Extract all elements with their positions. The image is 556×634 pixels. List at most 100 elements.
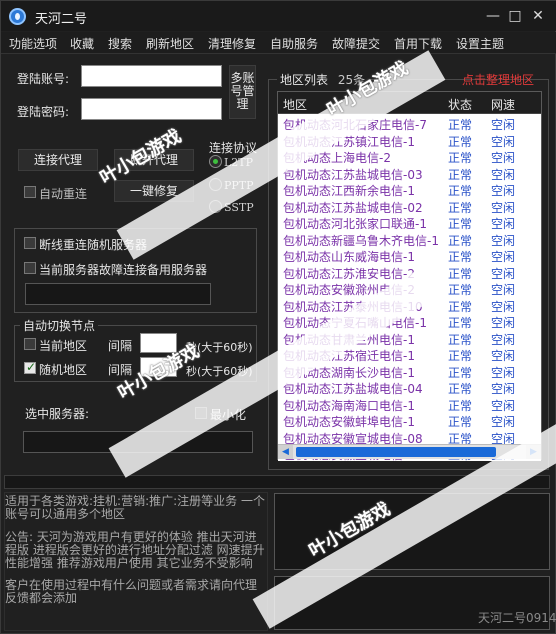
region-cell: 包机动态江西新余电信-1 xyxy=(283,184,415,198)
status-cell: 正常 xyxy=(448,233,473,248)
speed-cell: 空闲 xyxy=(491,349,516,363)
status-cell: 正常 xyxy=(448,415,473,429)
table-row[interactable]: 包机动态江苏泰州电信-10 正常 空闲 xyxy=(278,296,541,314)
interval-label-1: 间隔 xyxy=(108,339,133,353)
table-row[interactable]: 包机动态上海电信-2 正常 空闲 xyxy=(278,148,541,165)
table-row[interactable]: 包机动态海南海口电信-1 正常 空闲 xyxy=(278,395,541,413)
region-cell: 包机动态甘肃兰州电信-1 xyxy=(283,332,415,347)
interval-input-2[interactable] xyxy=(140,357,177,377)
radio-sstp[interactable] xyxy=(209,200,222,213)
region-count: 25条 xyxy=(337,73,366,87)
window-title: 天河二号 xyxy=(35,12,88,27)
speed-cell: 空闲 xyxy=(491,118,516,132)
speed-cell: 空闲 xyxy=(491,398,516,413)
speed-cell: 空闲 xyxy=(491,365,516,380)
selected-server-label: 选中服务器: xyxy=(25,407,90,421)
status-cell: 正常 xyxy=(448,382,473,396)
table-row[interactable]: 包机动态安徽蚌埠电信-1 正常 空闲 xyxy=(278,412,541,429)
auto-switch-title: 自动切换节点 xyxy=(20,317,99,334)
auto-reconnect-checkbox[interactable] xyxy=(24,186,36,198)
table-row[interactable]: 包机动态宁夏石嘴山电信-1 正常 空闲 xyxy=(278,313,541,330)
status-cell: 正常 xyxy=(448,332,473,347)
random-reconnect-label: 断线重连随机服务器 xyxy=(39,238,148,252)
status-cell: 正常 xyxy=(448,283,473,297)
radio-pptp-label: PPTP xyxy=(224,179,254,192)
region-cell: 包机动态上海电信-2 xyxy=(283,151,391,165)
menu-clean-repair[interactable]: 清理修复 xyxy=(208,35,256,52)
region-cell: 包机动态江苏盐城电信-04 xyxy=(283,382,423,396)
header-status[interactable]: 状态 xyxy=(448,96,472,113)
radio-pptp[interactable] xyxy=(209,178,222,191)
version-label: 天河二号0914 xyxy=(478,611,556,625)
title-bar[interactable]: 天河二号 — □ ✕ xyxy=(1,1,556,31)
speed-cell: 空闲 xyxy=(491,382,516,396)
header-speed[interactable]: 网速 xyxy=(491,96,515,113)
close-button[interactable]: ✕ xyxy=(527,5,549,27)
speed-cell: 空闲 xyxy=(491,332,516,347)
table-row[interactable]: 包机动态河北张家口联通-1 正常 空闲 xyxy=(278,214,541,231)
table-row[interactable]: 包机动态安徽宣城电信-08 正常 空闲 xyxy=(278,428,541,446)
table-row[interactable]: 包机动态安徽滁州电信-2 正常 空闲 xyxy=(278,280,541,297)
scroll-left-icon[interactable]: ◀ xyxy=(278,445,293,459)
table-row[interactable]: 包机动态江西新余电信-1 正常 空闲 xyxy=(278,181,541,198)
minimize-button[interactable]: — xyxy=(482,5,504,27)
disconnect-proxy-button[interactable]: 断开代理 xyxy=(114,149,194,171)
backup-server-checkbox[interactable] xyxy=(24,262,36,274)
multi-account-button[interactable]: 多账号管理 xyxy=(229,65,256,119)
table-row[interactable]: 包机动态河北石家庄电信-7 正常 空闲 xyxy=(278,115,541,132)
account-input[interactable] xyxy=(81,65,222,87)
scroll-right-icon[interactable]: ▶ xyxy=(526,445,541,459)
organize-regions-link[interactable]: 点击整理地区 xyxy=(462,71,534,88)
status-cell: 正常 xyxy=(448,316,473,330)
password-input[interactable] xyxy=(81,98,222,120)
radio-l2tp[interactable] xyxy=(209,155,222,168)
region-cell: 包机动态江苏淮安电信-2 xyxy=(283,266,415,281)
speed-cell: 空闲 xyxy=(491,134,516,149)
random-reconnect-checkbox[interactable] xyxy=(24,237,36,249)
menu-theme[interactable]: 设置主题 xyxy=(456,35,504,52)
region-cell: 包机动态海南海口电信-1 xyxy=(283,398,415,413)
notice-line-2: 公告: 天河为游戏用户有更好的体验 推出天河进程版 进程版会更好的进行地址分配过… xyxy=(5,530,265,570)
one-click-repair-button[interactable]: 一键修复 xyxy=(114,180,194,202)
menu-favorites[interactable]: 收藏 xyxy=(70,35,94,52)
menu-function-options[interactable]: 功能选项 xyxy=(9,35,57,52)
minimize-checkbox[interactable] xyxy=(195,407,207,419)
server-status-field[interactable] xyxy=(25,283,211,305)
region-cell: 包机动态江苏盐城电信-02 xyxy=(283,200,423,215)
current-region-checkbox[interactable] xyxy=(24,338,36,350)
table-row[interactable]: 包机动态江苏宿迁电信-1 正常 空闲 xyxy=(278,346,541,363)
speed-cell: 空闲 xyxy=(491,283,516,297)
horizontal-scrollbar[interactable]: ◀ ▶ xyxy=(278,444,541,459)
table-row[interactable]: 包机动态江苏盐城电信-04 正常 空闲 xyxy=(278,379,541,396)
status-cell: 正常 xyxy=(448,217,473,231)
table-row[interactable]: 包机动态江苏镇江电信-1 正常 空闲 xyxy=(278,131,541,149)
menu-download[interactable]: 首用下载 xyxy=(394,35,442,52)
menu-refresh-region[interactable]: 刷新地区 xyxy=(146,35,194,52)
interval-input-1[interactable] xyxy=(140,333,177,353)
table-row[interactable]: 包机动态新疆乌鲁木齐电信-1 正常 空闲 xyxy=(278,230,541,248)
table-row[interactable]: 包机动态江苏盐城电信-02 正常 空闲 xyxy=(278,197,541,215)
table-row[interactable]: 包机动态山东威海电信-1 正常 空闲 xyxy=(278,247,541,264)
scroll-thumb[interactable] xyxy=(296,447,496,457)
menu-fault-report[interactable]: 故障提交 xyxy=(332,35,380,52)
menu-self-service[interactable]: 自助服务 xyxy=(270,35,318,52)
account-label: 登陆账号: xyxy=(17,72,70,86)
region-cell: 包机动态安徽蚌埠电信-1 xyxy=(283,415,415,429)
header-region[interactable]: 地区 xyxy=(283,96,307,113)
table-row[interactable]: 包机动态甘肃兰州电信-1 正常 空闲 xyxy=(278,329,541,347)
random-region-checkbox[interactable] xyxy=(24,360,36,374)
selected-server-field[interactable] xyxy=(23,431,253,453)
main-window: 天河二号 — □ ✕ 功能选项 收藏 搜索 刷新地区 清理修复 自助服务 故障提… xyxy=(0,0,556,634)
maximize-button[interactable]: □ xyxy=(504,5,526,27)
menu-search[interactable]: 搜索 xyxy=(108,35,132,52)
region-cell: 包机动态新疆乌鲁木齐电信-1 xyxy=(283,233,439,248)
region-cell: 包机动态山东威海电信-1 xyxy=(283,250,415,264)
connect-proxy-button[interactable]: 连接代理 xyxy=(18,149,98,171)
menu-bar: 功能选项 收藏 搜索 刷新地区 清理修复 自助服务 故障提交 首用下载 设置主题 xyxy=(1,32,556,54)
table-row[interactable]: 包机动态江苏淮安电信-2 正常 空闲 xyxy=(278,263,541,281)
table-row[interactable]: 包机动态湖南长沙电信-1 正常 空闲 xyxy=(278,362,541,380)
table-row[interactable]: 包机动态江苏盐城电信-03 正常 空闲 xyxy=(278,164,541,182)
speed-cell: 空闲 xyxy=(491,151,516,165)
speed-cell: 空闲 xyxy=(491,200,516,215)
status-strip xyxy=(4,475,550,489)
